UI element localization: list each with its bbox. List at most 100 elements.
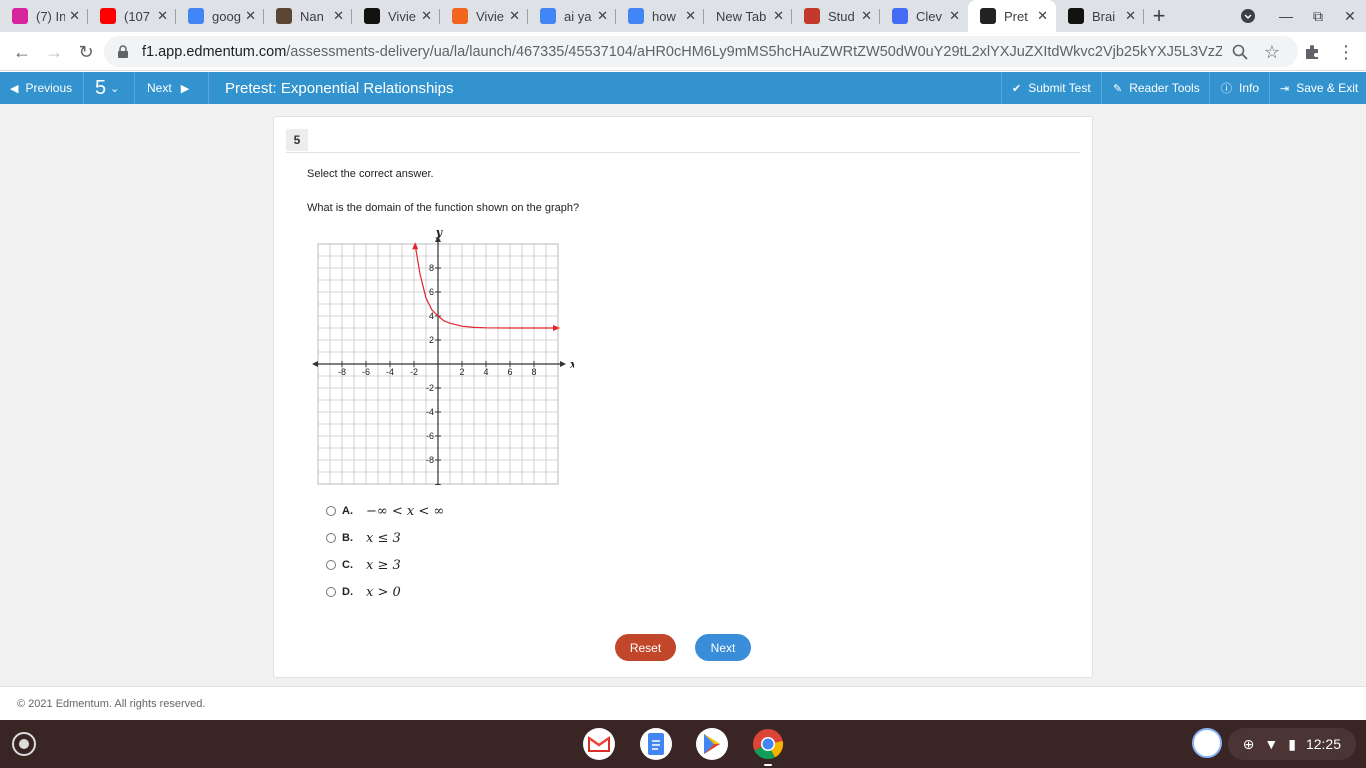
back-arrow-icon[interactable]: ← [10,40,34,64]
tab-search-icon[interactable] [1236,0,1260,32]
brainly-icon [1068,8,1084,24]
browser-tab[interactable]: Brai ✕ [1056,0,1144,32]
launcher-icon[interactable] [12,732,36,756]
bookmark-star-icon[interactable]: ☆ [1260,40,1284,64]
arrow-right-circle-icon: ▶ [180,82,190,95]
choice-letter: C. [342,559,353,571]
new-tab-button[interactable]: + [1144,0,1174,32]
answer-choice[interactable]: B. x ≤ 3 [326,530,401,546]
previous-button[interactable]: ◀ Previous [0,72,84,104]
tab-close-icon[interactable]: ✕ [949,8,960,24]
choice-letter: B. [342,532,353,544]
question-selector[interactable]: 5 ⌄ [85,72,135,104]
y-tick-label: 2 [429,335,434,345]
answer-choice[interactable]: D. x > 0 [326,584,401,600]
browser-tab[interactable]: (7) In ✕ [0,0,88,32]
browser-tab[interactable]: Vivie ✕ [440,0,528,32]
reader-tools-button[interactable]: ✎ Reader Tools [1103,72,1210,104]
edmentum-icon [980,8,996,24]
x-axis-arrow-left [312,361,318,367]
tab-close-icon[interactable]: ✕ [1037,8,1048,24]
next-nav-button[interactable]: Next ▶ [136,72,209,104]
google-icon [628,8,644,24]
copyright-text: © 2021 Edmentum. All rights reserved. [17,697,206,710]
google-icon [540,8,556,24]
tab-close-icon[interactable]: ✕ [597,8,608,24]
browser-tab[interactable]: goog ✕ [176,0,264,32]
tab-close-icon[interactable]: ✕ [861,8,872,24]
reload-icon[interactable]: ↻ [74,40,98,64]
tab-title: ai ya [564,8,592,24]
tab-close-icon[interactable]: ✕ [69,8,80,24]
chrome-icon[interactable] [752,728,784,766]
menu-dots-icon[interactable]: ⋮ [1334,40,1358,64]
google-icon [188,8,204,24]
next-button[interactable]: Next [695,634,751,661]
tab-close-icon[interactable]: ✕ [509,8,520,24]
avatar-icon [276,8,292,24]
answer-choice[interactable]: A. −∞ < x < ∞ [326,503,444,519]
test-title-text: Pretest: Exponential Relationships [225,79,454,97]
tab-title: (7) In [36,8,66,24]
browser-tab[interactable]: Nan ✕ [264,0,352,32]
tab-title: Vivie [476,8,504,24]
tab-title: Brai [1092,8,1116,24]
reader-tools-label: Reader Tools [1129,81,1200,95]
radio-button[interactable] [326,506,336,516]
add-icon: ⊕ [1242,735,1255,752]
tab-close-icon[interactable]: ✕ [245,8,256,24]
tab-title: Nan [300,8,324,24]
browser-tab[interactable]: New Tab ✕ [704,0,792,32]
browser-tab[interactable]: how ✕ [616,0,704,32]
save-exit-button[interactable]: ⇥ Save & Exit [1271,72,1366,104]
x-tick-label: 2 [459,367,464,377]
radio-button[interactable] [326,533,336,543]
x-tick-label: 6 [507,367,512,377]
instagram-icon [12,8,28,24]
gmail-icon[interactable] [583,728,615,760]
choice-letter: D. [342,586,353,598]
forward-arrow-icon[interactable]: → [42,40,66,64]
x-tick-label: -2 [410,367,418,377]
tab-close-icon[interactable]: ✕ [685,8,696,24]
browser-toolbar: ← → ↻ f1.app.edmentum.com/assessments-de… [0,32,1366,71]
browser-tab[interactable]: Pret ✕ [968,0,1056,32]
choice-text: x ≥ 3 [366,557,401,573]
tab-close-icon[interactable]: ✕ [773,8,784,24]
system-tray[interactable]: ⊕ ▼ ▮ 12:25 [1227,728,1356,760]
address-bar[interactable]: f1.app.edmentum.com/assessments-delivery… [104,36,1298,67]
y-tick-label: 6 [429,287,434,297]
save-exit-label: Save & Exit [1296,81,1359,95]
browser-tab[interactable]: ai ya ✕ [528,0,616,32]
tab-close-icon[interactable]: ✕ [157,8,168,24]
radio-button[interactable] [326,587,336,597]
info-button[interactable]: ⓘ Info [1211,72,1270,104]
choice-text: x ≤ 3 [366,530,401,546]
browser-tab[interactable]: Clev ✕ [880,0,968,32]
info-icon: ⓘ [1221,83,1232,95]
y-axis-arrow-bottom [435,484,441,485]
browser-tab[interactable]: Stud ✕ [792,0,880,32]
play-store-icon[interactable] [696,728,728,760]
studyisland-icon [804,8,820,24]
reset-button[interactable]: Reset [615,634,676,661]
minimize-icon[interactable]: — [1276,0,1296,32]
user-avatar[interactable] [1192,728,1222,758]
browser-tab[interactable]: (107 ✕ [88,0,176,32]
next-nav-label: Next [147,81,172,95]
browser-tab[interactable]: Vivie ✕ [352,0,440,32]
answer-choice[interactable]: C. x ≥ 3 [326,557,401,573]
radio-button[interactable] [326,560,336,570]
tab-close-icon[interactable]: ✕ [1125,8,1136,24]
close-window-icon[interactable]: ✕ [1340,0,1360,32]
docs-icon[interactable] [640,728,672,760]
tab-close-icon[interactable]: ✕ [333,8,344,24]
extensions-icon[interactable] [1300,40,1324,64]
submit-test-button[interactable]: ✔ Submit Test [1001,72,1102,104]
zoom-icon[interactable] [1228,40,1252,64]
test-title: Pretest: Exponential Relationships [210,72,1000,104]
os-shelf: ⊕ ▼ ▮ 12:25 [0,720,1366,768]
tab-close-icon[interactable]: ✕ [421,8,432,24]
restore-icon[interactable]: ⧉ [1308,0,1328,32]
choice-text: −∞ < x < ∞ [366,503,445,519]
